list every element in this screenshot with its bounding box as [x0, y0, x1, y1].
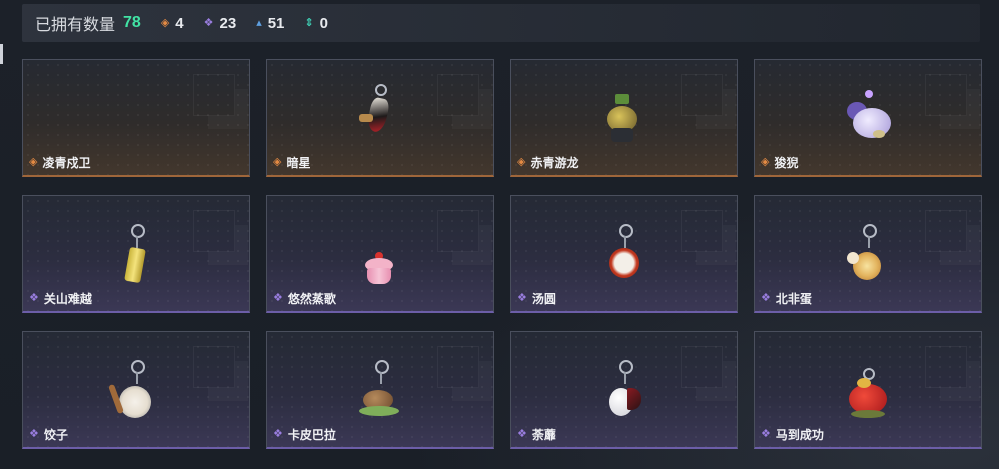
charm-image: [839, 66, 899, 156]
purple-diamond-icon: ❖: [273, 428, 283, 440]
charm-image: [839, 202, 899, 292]
card-decoration: [681, 346, 723, 388]
charm-name: 赤青游龙: [530, 156, 579, 170]
stat-purple: ❖ 23: [204, 15, 237, 32]
blue-chevron-icon: ▴: [256, 16, 262, 29]
stat-purple-value: 23: [219, 14, 237, 32]
charm-card[interactable]: ❖ 汤圆: [510, 195, 738, 313]
orange-diamond-icon: ◈: [160, 16, 170, 29]
charm-image: [595, 66, 655, 156]
card-decoration: [193, 74, 235, 116]
card-decoration: [437, 74, 479, 116]
charm-image: [839, 338, 899, 428]
card-decoration: [437, 346, 479, 388]
purple-diamond-icon: ❖: [761, 292, 771, 304]
card-decoration: [925, 346, 967, 388]
orange-diamond-icon: ◈: [29, 156, 38, 168]
stat-orange-value: 4: [175, 14, 184, 32]
charm-card[interactable]: ❖ 北非蛋: [754, 195, 982, 313]
card-decoration: [681, 74, 723, 116]
charm-card[interactable]: ❖ 卡皮巴拉: [266, 331, 494, 449]
charm-card[interactable]: ❖ 马到成功: [754, 331, 982, 449]
charm-card[interactable]: ◈ 狻猊: [754, 59, 982, 177]
charm-collection-page: 已拥有数量 78 ◈ 4 ❖ 23 ▴ 51 ⇕ 0 ◈ 凌青戍卫 ◈ 暗星 ◈…: [0, 0, 999, 469]
charm-card[interactable]: ❖ 悠然蒸歌: [266, 195, 494, 313]
stat-blue: ▴ 51: [256, 15, 284, 32]
charm-image: [107, 338, 167, 428]
card-decoration: [925, 210, 967, 252]
charm-name: 凌青戍卫: [42, 156, 91, 170]
charm-image: [107, 202, 167, 292]
card-decoration: [193, 210, 235, 252]
purple-diamond-icon: ❖: [517, 292, 527, 304]
owned-count: 78: [123, 14, 141, 31]
card-decoration: [681, 210, 723, 252]
charm-name: 荼蘼: [531, 428, 556, 442]
charm-image: [351, 202, 411, 292]
stat-teal-value: 0: [319, 14, 328, 32]
purple-diamond-icon: ❖: [29, 292, 39, 304]
charm-name: 悠然蒸歌: [287, 292, 336, 306]
purple-diamond-icon: ❖: [273, 292, 283, 304]
charm-image: [595, 338, 655, 428]
purple-diamond-icon: ❖: [517, 428, 527, 440]
charm-name: 关山难越: [43, 292, 92, 306]
charm-image: [351, 66, 411, 156]
side-indicator: [0, 44, 3, 64]
charm-name: 暗星: [286, 156, 311, 170]
orange-diamond-icon: ◈: [517, 156, 526, 168]
stat-blue-value: 51: [267, 14, 285, 32]
orange-diamond-icon: ◈: [761, 156, 770, 168]
orange-diamond-icon: ◈: [273, 156, 282, 168]
charm-name: 北非蛋: [775, 292, 812, 306]
charm-name: 卡皮巴拉: [287, 428, 336, 442]
charm-name: 马到成功: [775, 428, 824, 442]
charm-image: [595, 202, 655, 292]
teal-arrows-icon: ⇕: [304, 16, 314, 29]
collection-summary-bar: 已拥有数量 78 ◈ 4 ❖ 23 ▴ 51 ⇕ 0: [22, 4, 980, 42]
charm-card[interactable]: ◈ 凌青戍卫: [22, 59, 250, 177]
charm-name: 饺子: [43, 428, 68, 442]
charm-image: [351, 338, 411, 428]
charm-card[interactable]: ◈ 赤青游龙: [510, 59, 738, 177]
stat-teal: ⇕ 0: [304, 15, 328, 32]
card-decoration: [925, 74, 967, 116]
charm-card[interactable]: ◈ 暗星: [266, 59, 494, 177]
purple-diamond-icon: ❖: [203, 16, 214, 29]
purple-diamond-icon: ❖: [761, 428, 771, 440]
stat-orange: ◈ 4: [161, 15, 184, 32]
card-decoration: [193, 346, 235, 388]
charm-card[interactable]: ❖ 饺子: [22, 331, 250, 449]
charm-name: 狻猊: [774, 156, 799, 170]
owned-label: 已拥有数量: [35, 17, 116, 34]
card-decoration: [437, 210, 479, 252]
charm-card[interactable]: ❖ 关山难越: [22, 195, 250, 313]
charm-card[interactable]: ❖ 荼蘼: [510, 331, 738, 449]
charm-name: 汤圆: [531, 292, 556, 306]
purple-diamond-icon: ❖: [29, 428, 39, 440]
